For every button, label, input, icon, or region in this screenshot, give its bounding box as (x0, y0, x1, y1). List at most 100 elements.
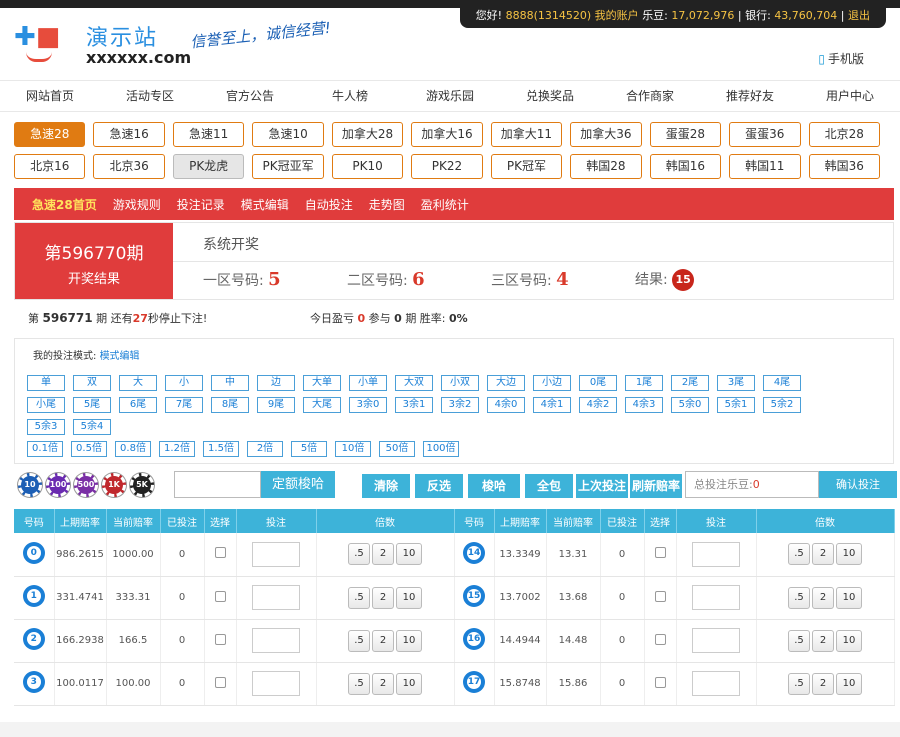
select-checkbox[interactable] (654, 676, 666, 688)
allin-button[interactable]: 梭哈 (468, 474, 520, 498)
game-tab[interactable]: 加拿大28 (331, 122, 404, 147)
mode-button[interactable]: 2倍 (247, 441, 283, 457)
mode-button[interactable]: 5尾 (73, 397, 111, 413)
mode-button[interactable]: 6尾 (119, 397, 157, 413)
nav-item[interactable]: 兑换奖品 (500, 81, 600, 111)
multiplier-button[interactable]: 2 (812, 543, 834, 566)
chip-100-icon[interactable]: 100 (46, 473, 70, 497)
bet-input[interactable] (692, 541, 740, 567)
mode-button[interactable]: 4余2 (579, 397, 617, 413)
game-tab[interactable]: 加拿大16 (411, 122, 483, 147)
mode-button[interactable]: 5余0 (671, 397, 709, 413)
mode-button[interactable]: 9尾 (257, 397, 295, 413)
chip-10-icon[interactable]: 10 (18, 473, 42, 497)
mode-button[interactable]: 双 (73, 375, 111, 391)
select-checkbox[interactable] (654, 590, 666, 602)
mode-button[interactable]: 1.2倍 (159, 441, 195, 457)
game-tab[interactable]: 加拿大11 (490, 122, 563, 147)
game-tab[interactable]: 韩国11 (729, 154, 801, 179)
mode-button[interactable]: 大尾 (303, 397, 341, 413)
mode-button[interactable]: 单 (27, 375, 65, 391)
multiplier-button[interactable]: 10 (396, 586, 422, 609)
mode-button[interactable]: 5倍 (291, 441, 327, 457)
multiplier-button[interactable]: 10 (836, 672, 862, 695)
select-checkbox[interactable] (654, 633, 666, 645)
multiplier-button[interactable]: 10 (836, 629, 862, 652)
multiplier-button[interactable]: 10 (836, 586, 862, 609)
mode-button[interactable]: 小 (165, 375, 203, 391)
number-ball-icon[interactable]: 0 (22, 541, 45, 564)
game-tab[interactable]: 急速10 (252, 122, 324, 147)
mode-button[interactable]: 4余0 (487, 397, 525, 413)
mode-button[interactable]: 大 (119, 375, 157, 391)
multiplier-button[interactable]: .5 (788, 586, 810, 609)
nav-item[interactable]: 活动专区 (100, 81, 200, 111)
clear-button[interactable]: 清除 (362, 474, 410, 498)
mode-button[interactable]: 3尾 (717, 375, 755, 391)
number-ball-icon[interactable]: 16 (463, 628, 485, 650)
multiplier-button[interactable]: 2 (372, 543, 394, 566)
nav-item[interactable]: 合作商家 (600, 81, 700, 111)
game-tab[interactable]: PK22 (411, 154, 483, 179)
game-tab[interactable]: 韩国36 (808, 154, 880, 179)
nav-item[interactable]: 游戏乐园 (400, 81, 500, 111)
bet-input[interactable] (692, 585, 740, 610)
multiplier-button[interactable]: 10 (396, 543, 422, 566)
mode-button[interactable]: 0.8倍 (115, 441, 151, 457)
site-logo[interactable]: ✚■ 演示站 xxxxxx.com 信誉至上，诚信经营! (14, 18, 354, 70)
multiplier-button[interactable]: .5 (348, 672, 370, 695)
subnav-item[interactable]: 模式编辑 (241, 196, 289, 213)
multiplier-button[interactable]: .5 (788, 629, 810, 652)
chip-500-icon[interactable]: 500 (74, 473, 98, 497)
mode-button[interactable]: 小双 (441, 375, 479, 391)
game-tab[interactable]: 韩国16 (649, 154, 722, 179)
game-tab[interactable]: 蛋蛋36 (729, 122, 801, 147)
mobile-version-link[interactable]: ▯ 手机版 (818, 50, 864, 67)
logout-link[interactable]: 退出 (848, 9, 870, 22)
number-ball-icon[interactable]: 2 (22, 628, 45, 650)
mode-button[interactable]: 10倍 (335, 441, 371, 457)
invert-button[interactable]: 反选 (415, 474, 463, 498)
bet-input[interactable] (252, 541, 300, 567)
mode-button[interactable]: 8尾 (211, 397, 249, 413)
multiplier-button[interactable]: 2 (372, 629, 394, 652)
multiplier-button[interactable]: .5 (348, 586, 370, 609)
mode-button[interactable]: 1.5倍 (203, 441, 239, 457)
multiplier-button[interactable]: .5 (348, 543, 370, 566)
game-tab[interactable]: 急速28 (14, 122, 86, 147)
game-tab[interactable]: PK龙虎 (172, 154, 245, 179)
game-tab[interactable]: 北京36 (93, 154, 165, 179)
bet-input[interactable] (692, 628, 740, 653)
mode-button[interactable]: 4余1 (533, 397, 571, 413)
mode-button[interactable]: 0尾 (579, 375, 617, 391)
bet-input[interactable] (252, 628, 300, 653)
chip-1K-icon[interactable]: 1K (102, 473, 126, 497)
mode-button[interactable]: 7尾 (165, 397, 203, 413)
number-ball-icon[interactable]: 3 (22, 671, 45, 693)
mode-button[interactable]: 4余3 (625, 397, 663, 413)
multiplier-button[interactable]: 2 (812, 629, 834, 652)
subnav-item[interactable]: 游戏规则 (113, 196, 161, 213)
game-tab[interactable]: 北京28 (808, 122, 880, 147)
game-tab[interactable]: 急速16 (93, 122, 165, 147)
mode-button[interactable]: 5余2 (763, 397, 801, 413)
multiplier-button[interactable]: 10 (396, 629, 422, 652)
nav-item[interactable]: 网站首页 (0, 81, 100, 111)
mode-button[interactable]: 5余1 (717, 397, 755, 413)
select-checkbox[interactable] (654, 547, 666, 559)
subnav-item[interactable]: 自动投注 (305, 196, 353, 213)
mode-button[interactable]: 4尾 (763, 375, 801, 391)
subnav-item[interactable]: 急速28首页 (32, 196, 97, 213)
number-ball-icon[interactable]: 15 (463, 585, 485, 607)
multiplier-button[interactable]: 10 (836, 543, 862, 566)
number-ball-icon[interactable]: 17 (463, 671, 485, 693)
fixed-allin-button[interactable]: 定额梭哈 (261, 471, 335, 498)
select-all-button[interactable]: 全包 (525, 474, 573, 498)
last-bet-button[interactable]: 上次投注 (576, 474, 628, 498)
mode-button[interactable]: 2尾 (671, 375, 709, 391)
game-tab[interactable]: PK10 (331, 154, 404, 179)
mode-button[interactable]: 0.5倍 (71, 441, 107, 457)
mode-button[interactable]: 大单 (303, 375, 341, 391)
nav-item[interactable]: 官方公告 (200, 81, 300, 111)
mode-button[interactable]: 大双 (395, 375, 433, 391)
